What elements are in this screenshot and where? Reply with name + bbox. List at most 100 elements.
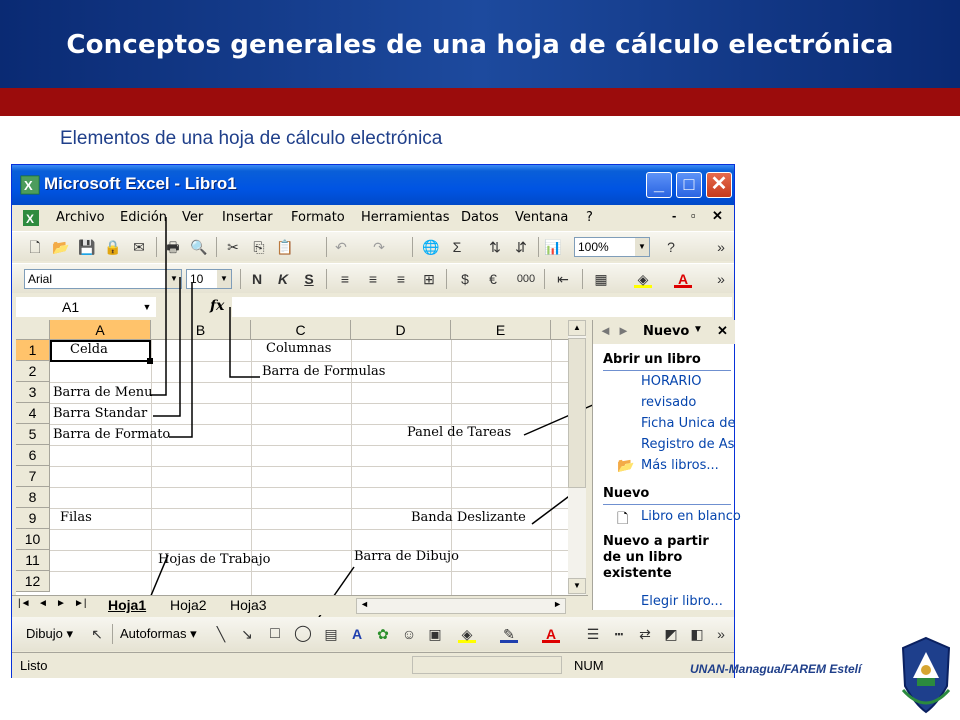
- align-center-icon[interactable]: ≡: [364, 270, 382, 288]
- first-sheet-icon[interactable]: |◄: [18, 598, 31, 609]
- dibujo-menu-button[interactable]: Dibujo ▾: [26, 626, 73, 642]
- horizontal-scrollbar[interactable]: ◄ ►: [356, 598, 566, 614]
- workbook-icon[interactable]: X: [22, 209, 40, 227]
- select-all-corner[interactable]: [16, 320, 50, 340]
- column-header-c[interactable]: C: [251, 320, 351, 340]
- next-sheet-icon[interactable]: ►: [56, 598, 66, 609]
- sort-descending-icon[interactable]: ⇵: [512, 238, 530, 256]
- autoformas-menu-button[interactable]: Autoformas ▾: [120, 626, 197, 642]
- sort-ascending-icon[interactable]: ⇅: [486, 238, 504, 256]
- undo-icon[interactable]: ↶: [332, 238, 350, 256]
- zoom-select[interactable]: 100% ▼: [574, 237, 650, 257]
- new-icon[interactable]: 🗋: [26, 238, 44, 256]
- select-objects-icon[interactable]: ↖: [88, 625, 106, 643]
- forward-icon[interactable]: ►: [617, 323, 630, 338]
- underline-button[interactable]: S: [300, 270, 318, 288]
- textbox-icon[interactable]: ▤: [322, 625, 340, 643]
- column-header-a[interactable]: A: [50, 320, 151, 340]
- menu-ventana[interactable]: Ventana: [515, 210, 568, 225]
- arrow-icon[interactable]: ↘: [238, 625, 256, 643]
- fill-handle[interactable]: [147, 358, 153, 364]
- merge-center-icon[interactable]: ⊞: [420, 270, 438, 288]
- borders-icon[interactable]: ▦: [592, 270, 610, 288]
- row-header-11[interactable]: 11: [16, 550, 50, 571]
- save-icon[interactable]: 💾: [78, 238, 96, 256]
- redo-icon[interactable]: ↷: [370, 238, 388, 256]
- menu-edicion[interactable]: Edición: [120, 210, 167, 225]
- task-pane-title[interactable]: Nuevo: [643, 324, 689, 339]
- menu-archivo[interactable]: Archivo: [56, 210, 105, 225]
- close-icon[interactable]: ✕: [717, 323, 728, 339]
- more-books-link[interactable]: Más libros...: [641, 458, 719, 473]
- arrow-style-icon[interactable]: ⇄: [636, 625, 654, 643]
- row-header-12[interactable]: 12: [16, 571, 50, 592]
- scroll-right-icon[interactable]: ►: [553, 599, 562, 609]
- bold-button[interactable]: N: [248, 270, 266, 288]
- formula-input[interactable]: [232, 297, 732, 317]
- open-icon[interactable]: 📂: [52, 238, 70, 256]
- worksheet-grid[interactable]: A B C D E 1 2 3 4 5 6 7 8 9 10 11 12 Cel…: [16, 320, 586, 595]
- menu-help[interactable]: ?: [586, 210, 593, 225]
- fill-color-icon[interactable]: ◈: [634, 270, 652, 288]
- hyperlink-icon[interactable]: 🌐: [422, 238, 440, 256]
- cut-icon[interactable]: ✂: [224, 238, 242, 256]
- menu-ver[interactable]: Ver: [182, 210, 203, 225]
- row-header-3[interactable]: 3: [16, 382, 50, 403]
- align-left-icon[interactable]: ≡: [336, 270, 354, 288]
- vertical-scrollbar[interactable]: ▲ ▼: [568, 320, 586, 595]
- recent-file-link[interactable]: revisado: [641, 395, 696, 410]
- thousands-icon[interactable]: 000: [512, 270, 540, 288]
- recent-file-link[interactable]: HORARIO: [641, 374, 702, 389]
- choose-book-link[interactable]: Elegir libro...: [641, 594, 723, 609]
- toolbar-options-icon[interactable]: »: [712, 238, 730, 256]
- title-bar[interactable]: X Microsoft Excel - Libro1 _ □ ✕: [12, 165, 734, 205]
- column-header-d[interactable]: D: [351, 320, 451, 340]
- menu-formato[interactable]: Formato: [291, 210, 345, 225]
- clipart-icon[interactable]: ☺: [400, 625, 418, 643]
- dash-style-icon[interactable]: ┅: [610, 625, 628, 643]
- font-select[interactable]: Arial ▼: [24, 269, 182, 289]
- copy-icon[interactable]: ⎘: [250, 238, 268, 256]
- row-header-5[interactable]: 5: [16, 424, 50, 445]
- print-preview-icon[interactable]: 🔍: [190, 238, 208, 256]
- prev-sheet-icon[interactable]: ◄: [38, 598, 48, 609]
- menu-herramientas[interactable]: Herramientas: [361, 210, 450, 225]
- menu-insertar[interactable]: Insertar: [222, 210, 273, 225]
- menu-datos[interactable]: Datos: [461, 210, 499, 225]
- minimize-button[interactable]: _: [646, 172, 672, 198]
- line-style-icon[interactable]: ☰: [584, 625, 602, 643]
- blank-book-link[interactable]: Libro en blanco: [641, 509, 741, 524]
- chevron-down-icon[interactable]: ▼: [693, 324, 703, 335]
- maximize-button[interactable]: □: [676, 172, 702, 198]
- row-header-2[interactable]: 2: [16, 361, 50, 382]
- font-color-icon[interactable]: A: [674, 270, 692, 288]
- doc-close-button[interactable]: ✕: [712, 208, 723, 224]
- help-icon[interactable]: ?: [662, 238, 680, 256]
- name-box[interactable]: A1 ▼: [16, 297, 156, 317]
- sheet-tab-hoja2[interactable]: Hoja2: [170, 597, 207, 613]
- recent-file-link[interactable]: Ficha Unica de: [641, 416, 736, 431]
- wordart-icon[interactable]: A: [348, 625, 366, 643]
- diagram-icon[interactable]: ✿: [374, 625, 392, 643]
- row-header-8[interactable]: 8: [16, 487, 50, 508]
- email-icon[interactable]: ✉: [130, 238, 148, 256]
- 3d-icon[interactable]: ◧: [688, 625, 706, 643]
- scroll-down-icon[interactable]: ▼: [568, 578, 586, 594]
- rectangle-icon[interactable]: □: [266, 625, 284, 643]
- doc-restore-button[interactable]: ▫: [691, 208, 696, 223]
- sheet-tab-hoja1[interactable]: Hoja1: [108, 597, 146, 613]
- toolbar-options-icon[interactable]: »: [712, 270, 730, 288]
- scroll-thumb[interactable]: [568, 338, 586, 488]
- last-sheet-icon[interactable]: ►|: [74, 598, 87, 609]
- scroll-up-icon[interactable]: ▲: [568, 320, 586, 336]
- font-color-icon[interactable]: A: [542, 625, 560, 643]
- chevron-down-icon[interactable]: ▼: [138, 297, 156, 317]
- permission-icon[interactable]: 🔒: [104, 238, 122, 256]
- align-right-icon[interactable]: ≡: [392, 270, 410, 288]
- column-header-b[interactable]: B: [151, 320, 251, 340]
- column-header-e[interactable]: E: [451, 320, 551, 340]
- row-header-6[interactable]: 6: [16, 445, 50, 466]
- fill-color-icon[interactable]: ◈: [458, 625, 476, 643]
- row-header-4[interactable]: 4: [16, 403, 50, 424]
- euro-icon[interactable]: €: [484, 270, 502, 288]
